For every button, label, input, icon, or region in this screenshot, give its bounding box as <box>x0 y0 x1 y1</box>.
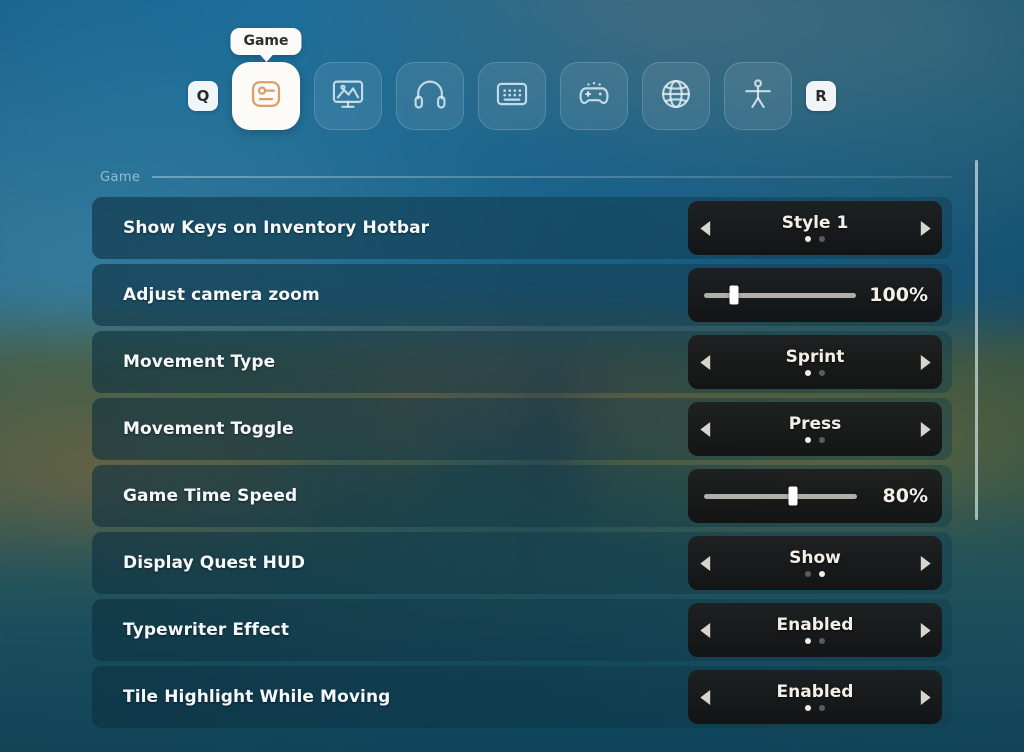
stepper-control: Enabled <box>688 670 942 724</box>
globe-language-icon <box>658 76 694 116</box>
stepper-value-wrap: Enabled <box>722 614 908 644</box>
stepper-control: Show <box>688 536 942 590</box>
stepper-page-dots <box>805 570 825 577</box>
settings-tab-bar: Q Game R <box>0 28 1024 136</box>
stepper-value: Style 1 <box>781 212 849 233</box>
display-monitor-icon <box>330 76 366 116</box>
stepper-value: Press <box>788 413 842 434</box>
stepper-value-wrap: Style 1 <box>722 212 908 242</box>
slider-track-wrap: 100% <box>688 284 942 306</box>
tab-game[interactable]: Game <box>230 28 302 130</box>
chevron-right-icon[interactable] <box>908 201 942 255</box>
setting-label: Tile Highlight While Moving <box>123 687 391 707</box>
settings-panel: Game Show Keys on Inventory Hotbar Style … <box>92 162 952 752</box>
chevron-left-icon[interactable] <box>688 670 722 724</box>
stepper-control: Enabled <box>688 603 942 657</box>
prev-tab-key-hint[interactable]: Q <box>188 81 218 111</box>
stepper-value: Sprint <box>785 346 845 367</box>
setting-label: Display Quest HUD <box>123 553 306 573</box>
setting-row[interactable]: Movement Type Sprint <box>92 331 952 393</box>
setting-label: Movement Type <box>123 352 276 372</box>
tab-keyboard[interactable] <box>478 62 546 130</box>
stepper-value: Enabled <box>776 614 854 635</box>
stepper-value-wrap: Show <box>722 547 908 577</box>
tab-accessibility[interactable] <box>724 62 792 130</box>
stepper-page-dots <box>805 369 825 376</box>
slider-value: 80% <box>882 485 928 507</box>
chevron-left-icon[interactable] <box>688 201 722 255</box>
section-divider <box>152 176 952 178</box>
stepper-control: Sprint <box>688 335 942 389</box>
setting-row[interactable]: Display Quest HUD Show <box>92 532 952 594</box>
chevron-right-icon[interactable] <box>908 670 942 724</box>
slider-control: 80% <box>688 469 942 523</box>
stepper-value-wrap: Press <box>722 413 908 443</box>
slider-track[interactable] <box>704 486 857 506</box>
slider-track[interactable] <box>704 285 857 305</box>
stepper-value-wrap: Sprint <box>722 346 908 376</box>
tab-language[interactable] <box>642 62 710 130</box>
page-dot <box>805 436 811 443</box>
page-dot <box>819 570 825 577</box>
setting-row[interactable]: Game Time Speed 80% <box>92 465 952 527</box>
setting-row[interactable]: Show Keys on Inventory Hotbar Style 1 <box>92 197 952 259</box>
stepper-page-dots <box>805 235 825 242</box>
chevron-right-icon[interactable] <box>908 335 942 389</box>
page-dot <box>819 369 825 376</box>
slider-control: 100% <box>688 268 942 322</box>
accessibility-icon <box>740 76 776 116</box>
setting-label: Movement Toggle <box>123 419 294 439</box>
setting-label: Typewriter Effect <box>123 620 290 640</box>
slider-value: 100% <box>869 284 928 306</box>
stepper-control: Press <box>688 402 942 456</box>
setting-label: Show Keys on Inventory Hotbar <box>123 218 430 238</box>
page-dot <box>819 637 825 644</box>
tab-controller[interactable] <box>560 62 628 130</box>
stepper-value: Show <box>789 547 841 568</box>
chevron-right-icon[interactable] <box>908 536 942 590</box>
setting-label: Adjust camera zoom <box>123 285 320 305</box>
page-dot <box>819 235 825 242</box>
keyboard-icon <box>494 76 530 116</box>
section-title: Game <box>100 169 141 185</box>
headphones-audio-icon <box>412 76 448 116</box>
stepper-value-wrap: Enabled <box>722 681 908 711</box>
stepper-page-dots <box>805 704 825 711</box>
page-dot <box>805 235 811 242</box>
page-dot <box>805 369 811 376</box>
stepper-value: Enabled <box>776 681 854 702</box>
page-dot <box>819 436 825 443</box>
tab-audio[interactable] <box>396 62 464 130</box>
tab-tooltip: Game <box>230 28 302 55</box>
tab-display[interactable] <box>314 62 382 130</box>
chevron-right-icon[interactable] <box>908 402 942 456</box>
slider-track-wrap: 80% <box>688 485 942 507</box>
page-dot <box>805 704 811 711</box>
chevron-left-icon[interactable] <box>688 402 722 456</box>
chevron-left-icon[interactable] <box>688 536 722 590</box>
game-settings-icon <box>248 76 284 116</box>
settings-scrollbar[interactable] <box>975 160 978 520</box>
slider-handle[interactable] <box>729 285 739 305</box>
page-dot <box>819 704 825 711</box>
setting-row[interactable]: Adjust camera zoom 100% <box>92 264 952 326</box>
chevron-right-icon[interactable] <box>908 603 942 657</box>
setting-row[interactable]: Movement Toggle Press <box>92 398 952 460</box>
setting-row[interactable]: Typewriter Effect Enabled <box>92 599 952 661</box>
setting-row[interactable]: Tile Highlight While Moving Enabled <box>92 666 952 728</box>
page-dot <box>805 637 811 644</box>
chevron-left-icon[interactable] <box>688 335 722 389</box>
section-header: Game <box>92 162 952 192</box>
gamepad-icon <box>576 76 612 116</box>
stepper-page-dots <box>805 637 825 644</box>
chevron-left-icon[interactable] <box>688 603 722 657</box>
setting-label: Game Time Speed <box>123 486 298 506</box>
next-tab-key-hint[interactable]: R <box>806 81 836 111</box>
stepper-control: Style 1 <box>688 201 942 255</box>
page-dot <box>805 570 811 577</box>
slider-handle[interactable] <box>788 486 798 506</box>
stepper-page-dots <box>805 436 825 443</box>
